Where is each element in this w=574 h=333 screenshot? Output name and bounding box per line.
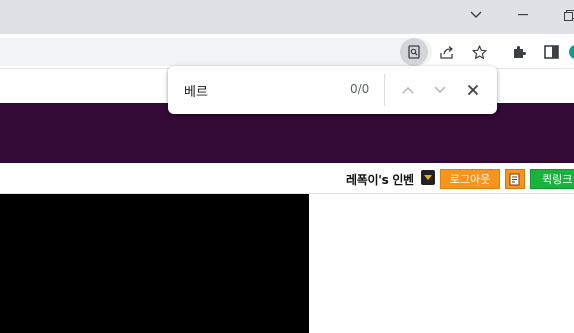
logout-button[interactable]: 로그아웃 xyxy=(440,169,500,189)
chevron-up-icon xyxy=(402,86,414,94)
tab-search-chevron-icon[interactable] xyxy=(453,0,499,30)
username-label[interactable]: 레폭이's 인벤 xyxy=(346,171,414,188)
minimize-button[interactable] xyxy=(500,0,546,30)
find-in-page-icon[interactable] xyxy=(400,38,428,66)
find-bar: 0/0 xyxy=(168,66,497,114)
extensions-icon[interactable] xyxy=(505,38,533,66)
bookmark-star-icon[interactable] xyxy=(465,38,493,66)
address-bar[interactable] xyxy=(0,38,432,66)
browser-titlebar xyxy=(0,0,574,34)
inven-dropdown-icon[interactable] xyxy=(421,170,435,185)
profile-avatar[interactable] xyxy=(569,45,574,59)
restore-button[interactable] xyxy=(546,0,574,30)
find-previous-button[interactable] xyxy=(396,78,420,102)
video-player[interactable] xyxy=(0,194,309,333)
find-input[interactable] xyxy=(184,80,334,100)
memo-icon[interactable] xyxy=(505,169,525,189)
side-panel-icon[interactable] xyxy=(537,38,565,66)
find-match-count: 0/0 xyxy=(350,82,370,96)
close-icon xyxy=(467,84,479,96)
share-icon[interactable] xyxy=(433,38,461,66)
chevron-down-icon xyxy=(434,86,446,94)
find-divider xyxy=(384,74,385,106)
browser-toolbar xyxy=(0,34,574,69)
quicklink-button[interactable]: 퀵링크 xyxy=(530,169,574,189)
find-close-button[interactable] xyxy=(461,78,485,102)
find-next-button[interactable] xyxy=(428,78,452,102)
